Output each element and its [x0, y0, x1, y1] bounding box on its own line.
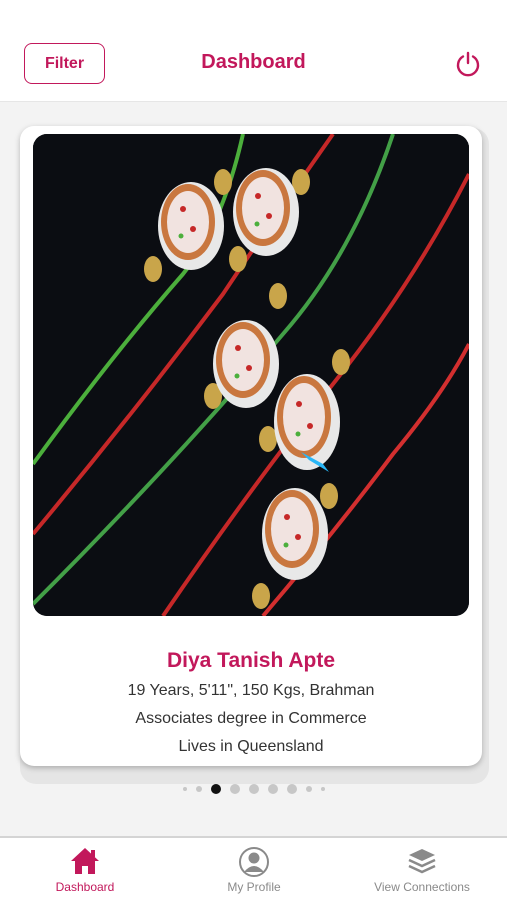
carousel-dot[interactable]	[305, 786, 312, 792]
profile-card[interactable]: Diya Tanish Apte 19 Years, 5'11", 150 Kg…	[20, 126, 482, 766]
profile-details: 19 Years, 5'11", 150 Kgs, Brahman	[127, 682, 375, 699]
carousel-dot[interactable]	[229, 784, 240, 794]
carousel-dot[interactable]	[248, 784, 259, 794]
layers-icon	[408, 849, 436, 874]
user-icon	[239, 847, 269, 877]
profile-photo	[33, 134, 469, 616]
tab-label: Dashboard	[55, 880, 115, 894]
carousel-dot[interactable]	[286, 784, 297, 794]
bottom-tab-bar: Dashboard My Profile View Connections	[0, 836, 507, 900]
carousel-dot[interactable]	[320, 787, 325, 791]
carousel-dot[interactable]	[182, 787, 187, 791]
profile-location: Lives in Queensland	[178, 738, 324, 755]
tab-view-connections[interactable]: View Connections	[352, 846, 492, 894]
page-title: Dashboard	[201, 51, 306, 73]
tab-label: My Profile	[227, 880, 281, 894]
tab-dashboard[interactable]: Dashboard	[15, 846, 155, 894]
carousel-pagination[interactable]	[0, 783, 507, 795]
profile-education: Associates degree in Commerce	[135, 710, 367, 727]
power-icon[interactable]	[452, 48, 484, 80]
app-header: Filter Dashboard	[0, 0, 507, 102]
carousel-dot-active[interactable]	[210, 784, 221, 794]
profile-name: Diya Tanish Apte	[166, 649, 336, 672]
home-icon	[71, 848, 99, 874]
tab-label: View Connections	[374, 880, 470, 894]
tab-my-profile[interactable]: My Profile	[184, 846, 324, 894]
carousel-dot[interactable]	[195, 786, 202, 792]
carousel-dot[interactable]	[267, 784, 278, 794]
